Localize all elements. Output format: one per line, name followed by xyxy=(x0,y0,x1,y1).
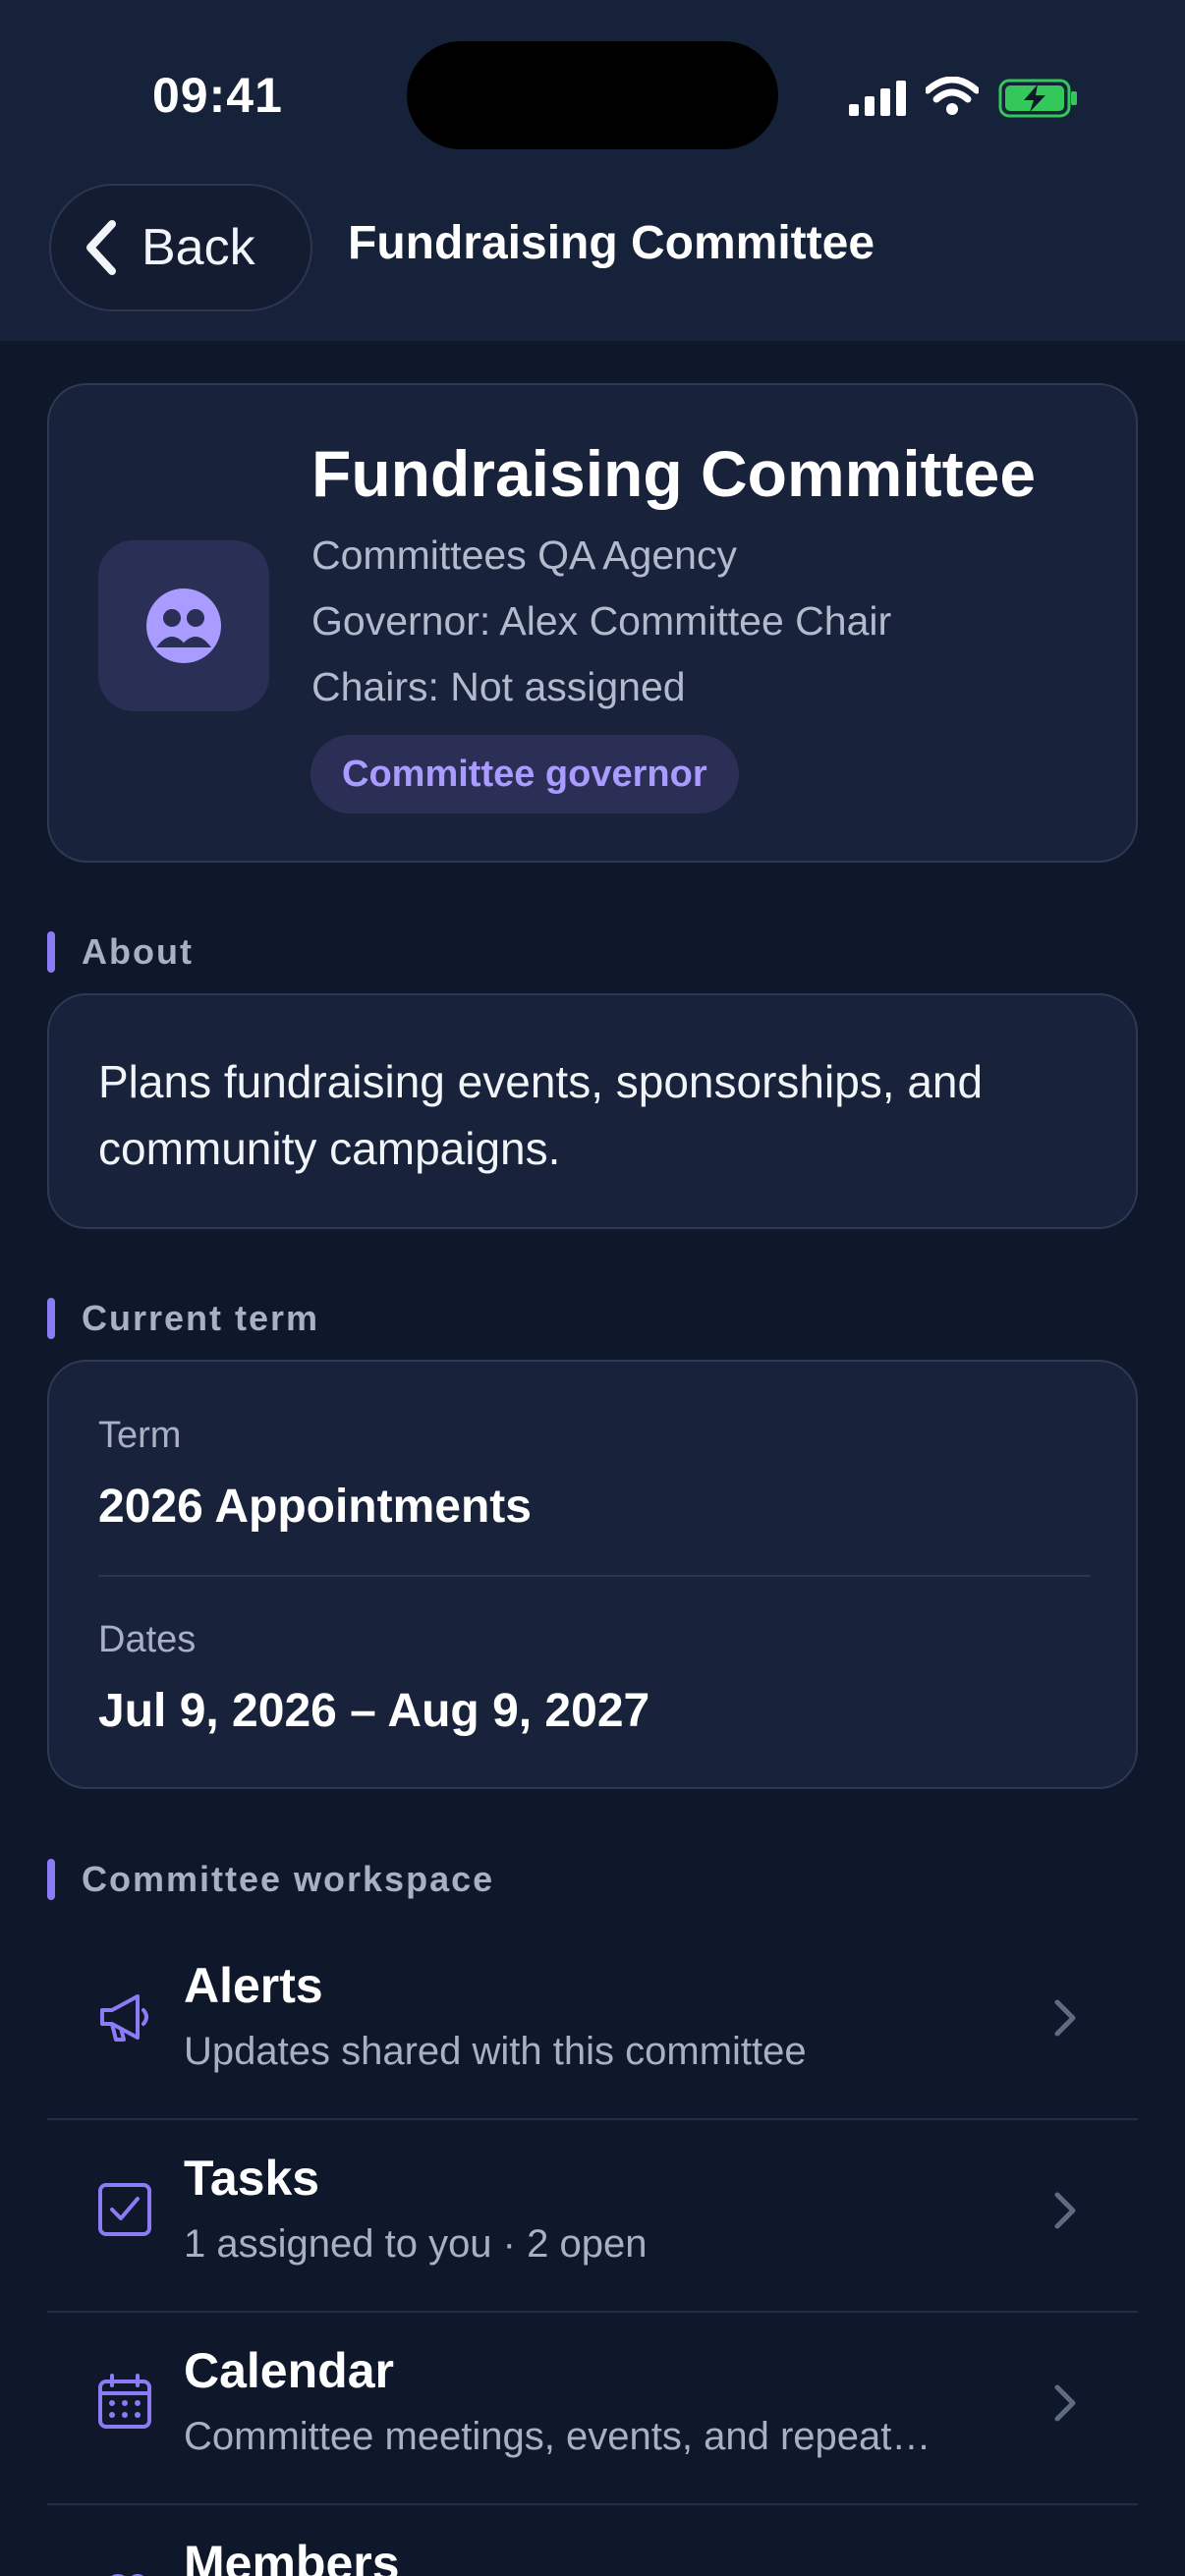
chevron-right-icon xyxy=(1054,2192,1076,2229)
cellular-signal-icon xyxy=(849,81,906,116)
section-accent-bar xyxy=(47,931,55,973)
calendar-icon xyxy=(98,2374,151,2429)
dynamic-island xyxy=(407,41,778,149)
megaphone-icon xyxy=(100,1994,148,2042)
divider xyxy=(98,1575,1091,1577)
checkbox-icon xyxy=(98,2183,151,2236)
dates-label: Dates xyxy=(98,1619,197,1660)
battery-charging-icon xyxy=(998,79,1077,118)
chevron-left-icon xyxy=(86,220,116,275)
workspace-item-subtitle: Committee meetings, events, and repeat… xyxy=(184,2415,931,2458)
agency-name: Committees QA Agency xyxy=(311,532,737,578)
workspace-item-subtitle: Updates shared with this committee xyxy=(184,2030,807,2073)
section-accent-bar xyxy=(47,1298,55,1339)
committee-avatar xyxy=(98,540,269,711)
workspace-item-alerts[interactable]: Alerts Updates shared with this committe… xyxy=(47,1928,1138,2120)
current-term-card: Term 2026 Appointments Dates Jul 9, 2026… xyxy=(47,1360,1138,1789)
workspace-list: Alerts Updates shared with this committe… xyxy=(47,1928,1138,2576)
term-value: 2026 Appointments xyxy=(98,1481,532,1533)
current-term-section-label: Current term xyxy=(82,1298,320,1338)
about-card: Plans fundraising events, sponsorships, … xyxy=(47,993,1138,1229)
chevron-right-icon xyxy=(1054,2384,1076,2422)
about-text: Plans fundraising events, sponsorships, … xyxy=(98,1056,984,1174)
back-button-label: Back xyxy=(141,219,255,276)
workspace-item-title: Tasks xyxy=(184,2151,320,2206)
back-button[interactable]: Back xyxy=(49,184,312,311)
about-section-header: About xyxy=(47,931,194,973)
workspace-item-tasks[interactable]: Tasks 1 assigned to you · 2 open xyxy=(47,2120,1138,2313)
workspace-item-title: Alerts xyxy=(184,1958,323,2013)
section-accent-bar xyxy=(47,1859,55,1900)
committee-header-card: Fundraising Committee Committees QA Agen… xyxy=(47,383,1138,863)
group-icon xyxy=(146,588,221,663)
role-badge: Committee governor xyxy=(310,735,739,813)
dates-value: Jul 9, 2026 – Aug 9, 2027 xyxy=(98,1685,650,1737)
committee-title: Fundraising Committee xyxy=(311,437,1037,510)
workspace-item-title: Calendar xyxy=(184,2343,394,2398)
chevron-right-icon xyxy=(1054,1999,1076,2037)
members-icon xyxy=(111,2574,143,2576)
current-term-section-header: Current term xyxy=(47,1298,319,1339)
workspace-item-members[interactable]: Members xyxy=(47,2505,1138,2576)
term-label: Term xyxy=(98,1415,182,1456)
workspace-section-label: Committee workspace xyxy=(82,1859,495,1899)
about-section-label: About xyxy=(82,931,194,972)
workspace-section-header: Committee workspace xyxy=(47,1859,494,1900)
workspace-item-title: Members xyxy=(184,2536,400,2576)
workspace-item-calendar[interactable]: Calendar Committee meetings, events, and… xyxy=(47,2313,1138,2505)
governor-info: Governor: Alex Committee Chair xyxy=(311,598,892,644)
workspace-item-subtitle: 1 assigned to you · 2 open xyxy=(184,2222,648,2266)
status-time: 09:41 xyxy=(152,68,283,123)
wifi-icon xyxy=(926,77,979,115)
chairs-info: Chairs: Not assigned xyxy=(311,664,686,709)
nav-title: Fundraising Committee xyxy=(348,217,875,269)
